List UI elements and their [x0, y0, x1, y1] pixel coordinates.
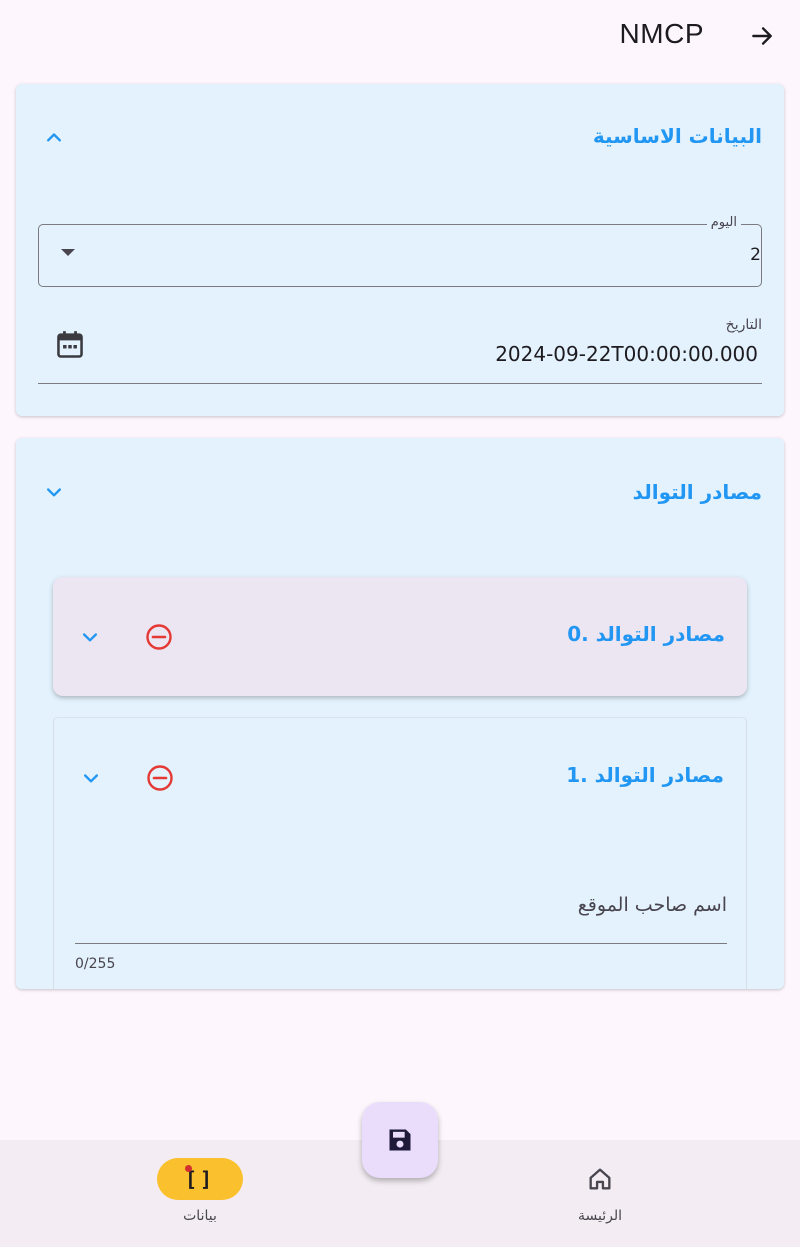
breeding-sources-card: مصادر التوالد 0. مصادر التوالد 1. مصادر … [16, 438, 784, 989]
remove-circle-icon[interactable] [145, 623, 173, 651]
basic-data-card: البيانات الاساسية اليوم 2 التاريخ 2024-0… [16, 84, 784, 416]
source-item-1[interactable]: 1. مصادر التوالد اسم صاحب الموقع 0/255 [53, 717, 747, 989]
home-icon-wrap [557, 1158, 643, 1200]
data-icon-wrap: [] [157, 1158, 243, 1200]
save-fab-button[interactable] [362, 1102, 438, 1178]
back-button[interactable] [746, 20, 778, 52]
expand-item-0-button[interactable] [77, 624, 103, 650]
collapse-basic-button[interactable] [41, 124, 67, 150]
char-counter: 0/255 [75, 956, 116, 972]
day-value: 2 [750, 245, 761, 265]
notification-dot [185, 1165, 192, 1172]
basic-data-title: البيانات الاساسية [592, 124, 762, 148]
nav-item-data[interactable]: [] بيانات [145, 1158, 255, 1238]
save-icon [389, 1129, 411, 1151]
expand-item-1-button[interactable] [78, 765, 104, 791]
nav-item-home[interactable]: الرئيسة [545, 1158, 655, 1238]
date-field[interactable]: التاريخ 2024-09-22T00:00:00.000 [38, 312, 762, 384]
day-dropdown[interactable]: اليوم 2 [38, 215, 762, 287]
chevron-up-icon [47, 133, 61, 142]
expand-sources-button[interactable] [41, 479, 67, 505]
date-value: 2024-09-22T00:00:00.000 [495, 342, 758, 366]
remove-circle-icon[interactable] [146, 764, 174, 792]
day-label: اليوم [706, 215, 741, 230]
site-owner-placeholder: اسم صاحب الموقع [577, 894, 727, 916]
calendar-icon[interactable] [56, 330, 84, 360]
dropdown-arrow-icon [61, 249, 75, 256]
app-title: NMCP [619, 18, 704, 49]
source-item-title: 1. مصادر التوالد [566, 763, 724, 787]
nav-data-label: بيانات [183, 1208, 217, 1224]
arrow-right-icon [752, 27, 772, 45]
source-item-title: 0. مصادر التوالد [567, 622, 725, 646]
app-bar: NMCP [0, 0, 800, 72]
date-label: التاريخ [725, 317, 762, 333]
chevron-down-icon [84, 774, 98, 783]
breeding-sources-title: مصادر التوالد [632, 480, 762, 504]
chevron-down-icon [83, 633, 97, 642]
chevron-down-icon [47, 488, 61, 497]
source-item-0[interactable]: 0. مصادر التوالد [53, 577, 747, 696]
site-owner-name-input[interactable]: اسم صاحب الموقع [75, 868, 727, 944]
nav-home-label: الرئيسة [578, 1208, 622, 1224]
home-icon [589, 1168, 611, 1190]
